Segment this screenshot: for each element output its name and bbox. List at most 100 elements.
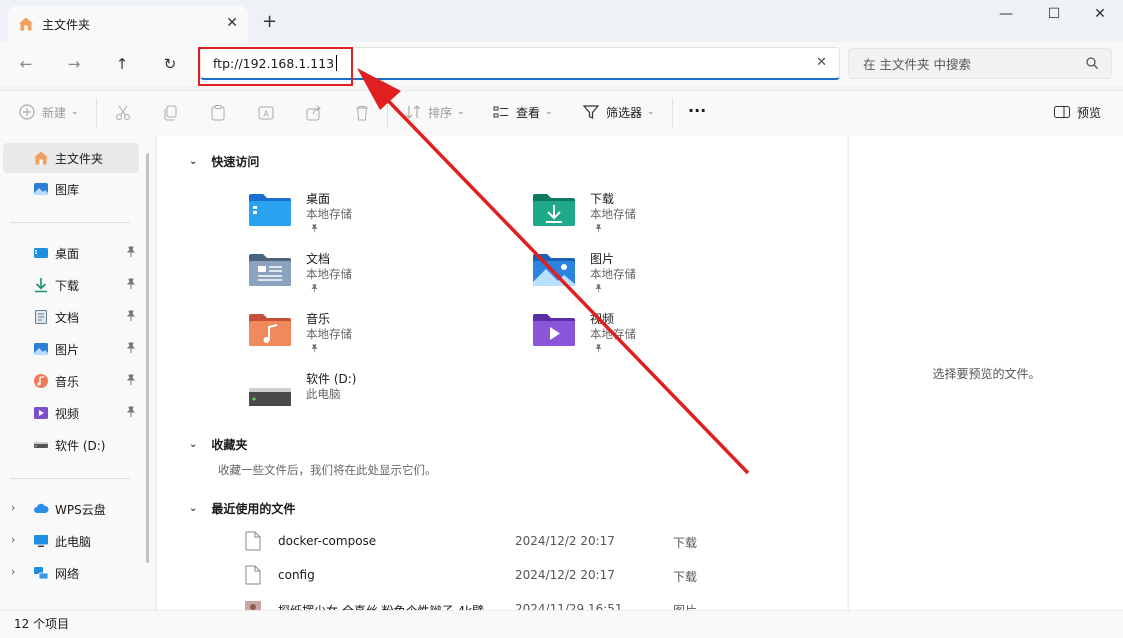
pin-icon[interactable] [125, 310, 137, 322]
toolbar-divider [672, 98, 673, 128]
sidebar-item-label: 文档 [55, 310, 80, 325]
drive-icon [249, 388, 291, 406]
close-tab-icon[interactable]: ✕ [226, 15, 238, 31]
copy-icon[interactable] [161, 104, 179, 122]
item-name: 桌面 [306, 192, 331, 206]
quick-access-item-documents[interactable]: 文档 本地存储 [248, 248, 508, 302]
share-icon[interactable] [305, 104, 323, 122]
quick-access-item-pictures[interactable]: 图片 本地存储 [532, 248, 792, 302]
back-arrow-icon[interactable]: ← [14, 52, 38, 76]
quick-access-item-desktop[interactable]: 桌面 本地存储 [248, 188, 508, 242]
sidebar-item-label: 音乐 [55, 374, 80, 389]
clear-address-icon[interactable]: ✕ [816, 55, 827, 70]
view-label: 查看 [516, 105, 541, 120]
favorites-header[interactable]: ⌄ 收藏夹 [189, 436, 247, 453]
navigation-bar: ← → ↑ ↻ ftp://192.168.1.113 ✕ 在 主文件夹 中搜索 [0, 42, 1123, 86]
sidebar-item-drive-d[interactable]: 软件 (D:) [3, 430, 139, 460]
quick-access-item-downloads[interactable]: 下载 本地存储 [532, 188, 792, 242]
pin-icon[interactable] [125, 374, 137, 386]
recent-file-row[interactable]: 探纸摆少女 全真丝 粉色个性辫子 4k壁 2024/11/29 16:51 图片 [245, 596, 835, 610]
chevron-right-icon[interactable]: › [11, 533, 15, 546]
pin-icon[interactable] [125, 278, 137, 290]
recent-files-header[interactable]: ⌄ 最近使用的文件 [189, 500, 295, 517]
sidebar-item-gallery[interactable]: 图库 [3, 174, 139, 204]
item-name: 下载 [590, 192, 615, 206]
toolbar-divider [387, 98, 388, 128]
close-window-button[interactable]: ✕ [1080, 6, 1120, 26]
sidebar-item-this-pc[interactable]: › 此电脑 [3, 526, 139, 556]
file-date: 2024/12/2 20:17 [515, 568, 615, 582]
new-button[interactable]: 新建 ⌄ [18, 103, 79, 121]
search-input[interactable]: 在 主文件夹 中搜索 [863, 54, 971, 73]
item-name: 软件 (D:) [306, 372, 357, 386]
music-folder-icon [249, 314, 291, 346]
title-bar: 主文件夹 ✕ + — ☐ ✕ [0, 0, 1123, 42]
sidebar-item-pictures[interactable]: 图片 [3, 334, 139, 364]
video-icon [34, 407, 48, 419]
recent-file-row[interactable]: config 2024/12/2 20:17 下载 [245, 562, 835, 592]
pin-icon [311, 284, 318, 293]
quick-access-header[interactable]: ⌄ 快速访问 [189, 153, 259, 170]
chevron-right-icon[interactable]: › [11, 565, 15, 578]
view-button[interactable]: 查看 ⌄ [492, 103, 553, 121]
recent-file-row[interactable]: docker-compose 2024/12/2 20:17 下载 [245, 528, 835, 558]
chevron-down-icon[interactable]: ⌄ [189, 503, 197, 514]
pc-icon [34, 535, 48, 547]
chevron-down-icon[interactable]: ⌄ [189, 156, 197, 167]
forward-arrow-icon[interactable]: → [62, 52, 86, 76]
pictures-folder-icon [533, 254, 575, 286]
preview-label: 预览 [1077, 105, 1102, 120]
chevron-down-icon[interactable]: ⌄ [189, 439, 197, 450]
cut-icon[interactable] [114, 104, 132, 122]
pin-icon[interactable] [125, 406, 137, 418]
sidebar-scrollbar[interactable] [146, 153, 149, 563]
item-location: 本地存储 [590, 327, 636, 341]
network-icon [34, 567, 49, 580]
item-location: 本地存储 [306, 327, 352, 341]
pin-icon[interactable] [125, 246, 137, 258]
pin-icon [595, 284, 602, 293]
sidebar-item-network[interactable]: › 网络 [3, 558, 139, 588]
file-date: 2024/11/29 16:51 [515, 602, 623, 610]
quick-access-item-videos[interactable]: 视频 本地存储 [532, 308, 792, 362]
sidebar-divider [10, 222, 130, 223]
delete-icon[interactable] [353, 104, 371, 122]
sidebar-item-label: 视频 [55, 406, 80, 421]
sort-button[interactable]: 排序 ⌄ [404, 103, 465, 121]
tab-home[interactable]: 主文件夹 ✕ [8, 6, 248, 42]
sidebar-item-wps-cloud[interactable]: › WPS云盘 [3, 494, 139, 524]
sidebar-item-videos[interactable]: 视频 [3, 398, 139, 428]
new-label: 新建 [42, 105, 67, 120]
plus-circle-icon [19, 104, 35, 120]
filter-button[interactable]: 筛选器 ⌄ [582, 103, 655, 121]
sidebar-item-home[interactable]: 主文件夹 [3, 143, 139, 173]
up-arrow-icon[interactable]: ↑ [110, 52, 134, 76]
home-icon [19, 17, 33, 31]
item-location: 本地存储 [306, 207, 352, 221]
minimize-button[interactable]: — [986, 6, 1026, 26]
sidebar-item-music[interactable]: 音乐 [3, 366, 139, 396]
rename-icon[interactable]: A [257, 104, 275, 122]
more-options-button[interactable]: ··· [688, 101, 706, 120]
sidebar-item-downloads[interactable]: 下载 [3, 270, 139, 300]
filter-label: 筛选器 [606, 105, 643, 120]
cloud-icon [34, 503, 49, 513]
preview-button[interactable]: 预览 [1053, 103, 1101, 121]
sidebar-item-label: 此电脑 [55, 534, 92, 549]
sidebar-item-documents[interactable]: 文档 [3, 302, 139, 332]
sidebar-item-desktop[interactable]: 桌面 [3, 238, 139, 268]
quick-access-item-music[interactable]: 音乐 本地存储 [248, 308, 508, 362]
pin-icon [311, 344, 318, 353]
refresh-icon[interactable]: ↻ [158, 52, 182, 76]
paste-icon[interactable] [209, 104, 227, 122]
preview-pane: 选择要预览的文件。 [848, 136, 1123, 610]
search-box[interactable]: 在 主文件夹 中搜索 [848, 48, 1112, 79]
pin-icon[interactable] [125, 342, 137, 354]
sidebar-item-label: 主文件夹 [55, 151, 104, 166]
item-name: 视频 [590, 312, 615, 326]
new-tab-button[interactable]: + [262, 11, 277, 32]
chevron-right-icon[interactable]: › [11, 501, 15, 514]
maximize-button[interactable]: ☐ [1034, 6, 1074, 26]
recent-files-title: 最近使用的文件 [211, 502, 296, 516]
quick-access-item-drive-d[interactable]: 软件 (D:) 此电脑 [248, 368, 508, 422]
